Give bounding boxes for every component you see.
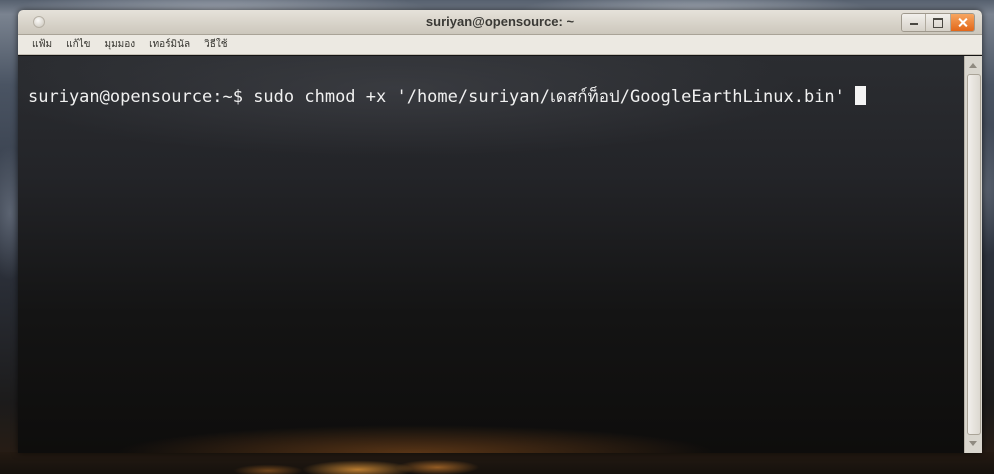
maximize-button[interactable] xyxy=(926,14,951,31)
vertical-scrollbar[interactable] xyxy=(964,56,982,453)
window-title: suriyan@opensource: ~ xyxy=(425,14,575,29)
scroll-up-arrow-icon[interactable] xyxy=(969,63,977,68)
minimize-button[interactable] xyxy=(902,14,927,31)
menu-terminal[interactable]: เทอร์มินัล xyxy=(149,37,190,52)
scrollbar-thumb[interactable] xyxy=(967,74,981,435)
text-cursor xyxy=(855,86,867,105)
title-bar[interactable]: suriyan@opensource: ~ xyxy=(18,10,982,35)
close-icon xyxy=(957,17,969,28)
desktop-wallpaper-bottom xyxy=(0,452,994,474)
menu-help[interactable]: วิธีใช้ xyxy=(204,37,227,52)
close-button[interactable] xyxy=(950,14,974,31)
shell-prompt: suriyan@opensource:~$ xyxy=(28,87,243,107)
menu-view[interactable]: มุมมอง xyxy=(105,37,136,52)
shell-command: sudo chmod +x '/home/suriyan/เดสก์ท็อป/G… xyxy=(253,87,845,107)
scroll-down-arrow-icon[interactable] xyxy=(969,441,977,446)
terminal-line: suriyan@opensource:~$ sudo chmod +x '/ho… xyxy=(28,86,964,107)
menu-edit[interactable]: แก้ไข xyxy=(66,37,90,52)
terminal-area[interactable]: suriyan@opensource:~$ sudo chmod +x '/ho… xyxy=(18,56,964,453)
minimize-icon xyxy=(910,23,918,25)
window-controls xyxy=(901,13,975,32)
menu-file[interactable]: แฟ้ม xyxy=(32,37,52,52)
menu-bar: แฟ้ม แก้ไข มุมมอง เทอร์มินัล วิธีใช้ xyxy=(18,35,982,55)
terminal-window[interactable]: suriyan@opensource: ~ แฟ้ม แก้ไข มุมมอง … xyxy=(18,10,982,453)
maximize-icon xyxy=(933,18,944,28)
